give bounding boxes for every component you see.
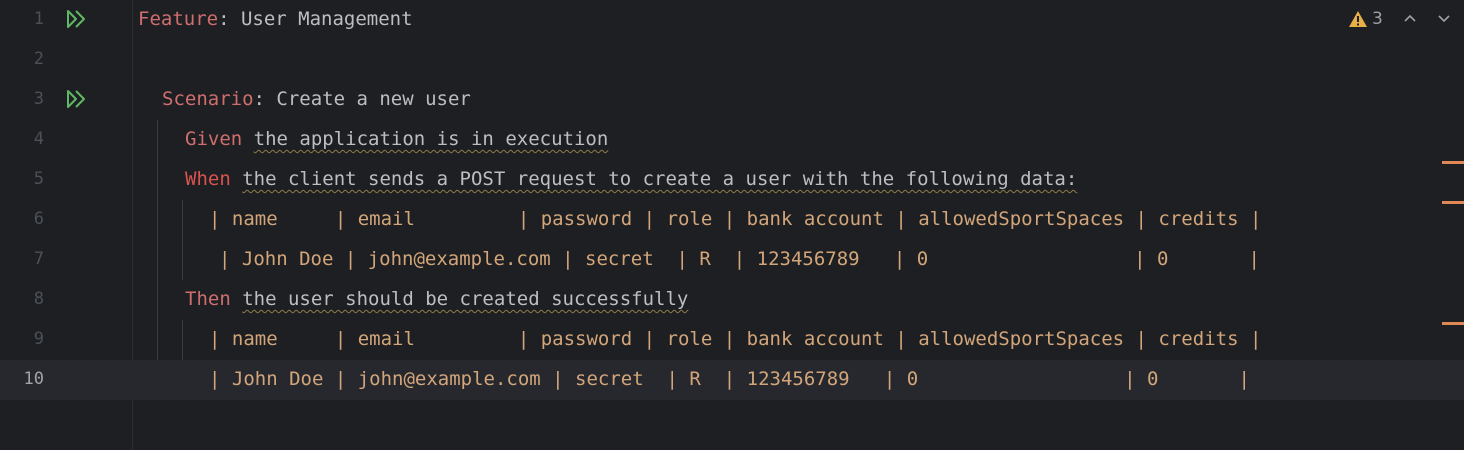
scenario-title: Create a new user [264,88,471,110]
when-keyword: When [185,168,231,190]
line-number: 4 [33,129,44,149]
given-keyword: Given [185,128,243,150]
given-step: Given the application is in execution [185,128,608,150]
scenario-line: Scenario: Create a new user [162,88,471,110]
line-number: 5 [33,169,44,189]
line-number: 6 [33,209,44,229]
line-number: 2 [33,49,44,69]
table-data-row: | John Doe | john@example.com | secret |… [219,248,1260,270]
chevron-down-icon[interactable] [1436,10,1452,26]
scenario-keyword: Scenario [162,88,254,110]
code-line: 4 Given the application is in execution [0,120,1464,160]
code-editor[interactable]: 1 Feature: User Management 2 3 Scenario:… [0,0,1464,450]
code-line: 6 | name | email | password | role | ban… [0,200,1464,240]
code-line: 1 Feature: User Management [0,0,1464,40]
code-line: 8 Then the user should be created succes… [0,280,1464,320]
chevron-up-icon[interactable] [1402,10,1418,26]
table-data-row: | John Doe | john@example.com | secret |… [209,368,1250,390]
scrollbar-warning-marker[interactable] [1442,161,1464,164]
code-line: 2 [0,40,1464,80]
code-line: 3 Scenario: Create a new user [0,80,1464,120]
line-number: 3 [33,89,44,109]
code-line: 9 | name | email | password | role | ban… [0,320,1464,360]
line-number: 9 [33,329,44,349]
line-number: 10 [23,369,44,389]
feature-line: Feature: User Management [138,8,413,30]
then-step: Then the user should be created successf… [185,288,688,310]
table-header-row: | name | email | password | role | bank … [209,328,1262,350]
warnings-count: 3 [1372,9,1383,29]
feature-title: User Management [229,8,413,30]
inspection-widget[interactable]: 3 [1348,8,1383,30]
given-text: the application is in execution [253,128,609,150]
code-line: 5 When the client sends a POST request t… [0,160,1464,200]
scrollbar-warning-marker[interactable] [1442,322,1464,325]
code-line-current: 10 | John Doe | john@example.com | secre… [0,360,1464,400]
then-text: the user should be created successfully [242,288,689,310]
when-text: the client sends a POST request to creat… [242,168,1078,190]
line-number: 8 [33,289,44,309]
code-line: 7 | John Doe | john@example.com | secret… [0,240,1464,280]
feature-keyword: Feature [138,8,219,30]
table-header-row: | name | email | password | role | bank … [209,208,1262,230]
then-keyword: Then [185,288,231,310]
line-number: 7 [33,249,44,269]
warning-triangle-icon [1349,11,1367,27]
line-number: 1 [33,9,44,29]
double-play-icon[interactable] [66,89,88,109]
when-step: When the client sends a POST request to … [185,168,1077,190]
scrollbar-warning-marker[interactable] [1442,201,1464,204]
double-play-icon[interactable] [66,9,88,29]
